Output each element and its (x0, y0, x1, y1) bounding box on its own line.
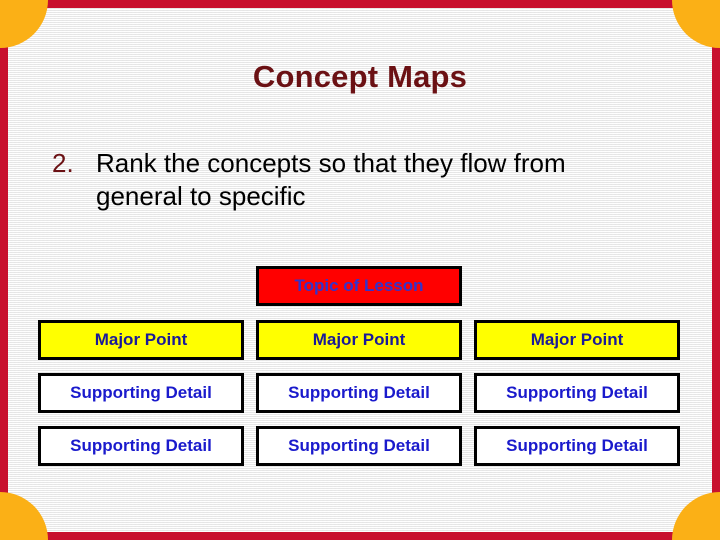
concept-box-topic[interactable]: Topic of Lesson (256, 266, 462, 306)
concept-box-supporting-detail-1-1[interactable]: Supporting Detail (38, 373, 244, 413)
concept-box-major-point-1[interactable]: Major Point (38, 320, 244, 360)
concept-map-topic-row: Topic of Lesson (38, 266, 682, 306)
slide-title: Concept Maps (252, 59, 468, 94)
list-item-number: 2. (52, 148, 74, 178)
body-list: 2. Rank the concepts so that they flow f… (52, 147, 682, 214)
concept-box-supporting-detail-1-2[interactable]: Supporting Detail (38, 426, 244, 466)
list-item: 2. Rank the concepts so that they flow f… (52, 147, 682, 214)
concept-box-major-point-2[interactable]: Major Point (256, 320, 462, 360)
slide-canvas: Concept Maps 2. Rank the concepts so tha… (0, 0, 720, 540)
concept-box-supporting-detail-2-2[interactable]: Supporting Detail (256, 426, 462, 466)
concept-map-detail-row-1: Supporting Detail Supporting Detail Supp… (38, 373, 682, 413)
slide-content: Concept Maps 2. Rank the concepts so tha… (8, 8, 712, 532)
concept-map-diagram: Topic of Lesson Major Point Major Point … (38, 266, 682, 478)
concept-box-major-point-3[interactable]: Major Point (474, 320, 680, 360)
concept-box-supporting-detail-2-1[interactable]: Supporting Detail (256, 373, 462, 413)
concept-map-detail-row-2: Supporting Detail Supporting Detail Supp… (38, 426, 682, 466)
concept-box-supporting-detail-3-2[interactable]: Supporting Detail (474, 426, 680, 466)
list-item-text: Rank the concepts so that they flow from… (96, 148, 566, 212)
concept-box-supporting-detail-3-1[interactable]: Supporting Detail (474, 373, 680, 413)
concept-map-major-row: Major Point Major Point Major Point (38, 320, 682, 360)
